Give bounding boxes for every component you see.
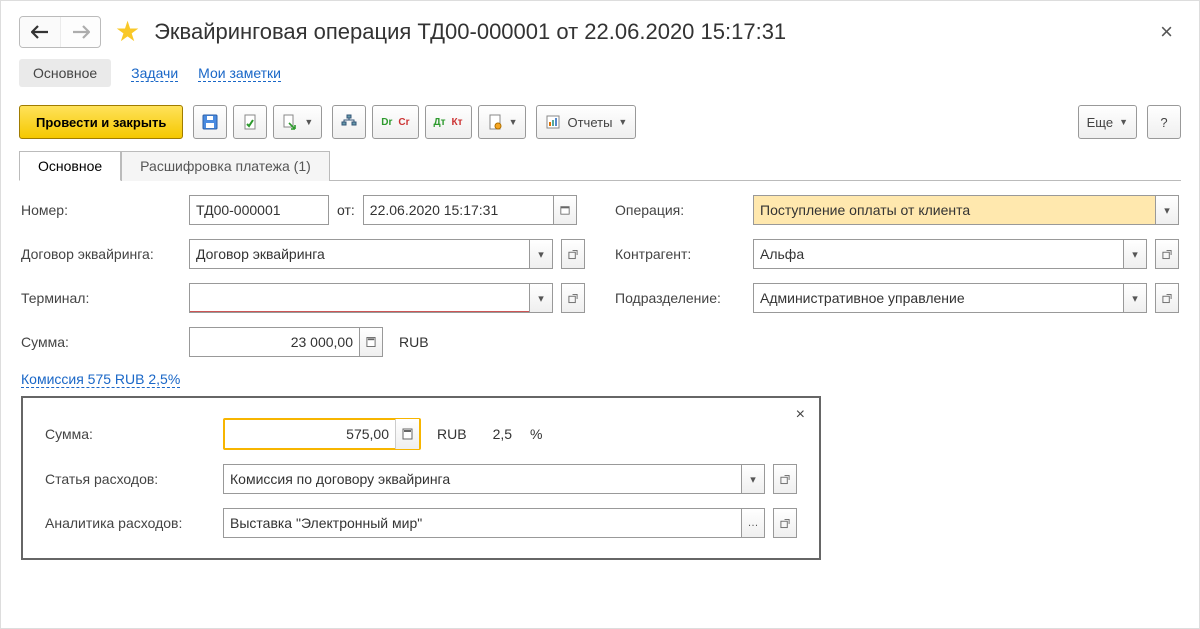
detail-analytics-open-button[interactable]	[773, 508, 797, 538]
save-button[interactable]	[193, 105, 227, 139]
app-window: ★ Эквайринговая операция ТД00-000001 от …	[0, 0, 1200, 629]
detail-analytics-ellipsis-button[interactable]: …	[741, 508, 765, 538]
terminal-open-button[interactable]	[561, 283, 585, 313]
nav-buttons	[19, 16, 101, 48]
favorite-star-icon[interactable]: ★	[115, 18, 140, 46]
drcr-button[interactable]: DrCr	[372, 105, 418, 139]
post-button[interactable]	[233, 105, 267, 139]
currency-label: RUB	[399, 334, 429, 350]
from-label: от:	[337, 202, 355, 218]
structure-button[interactable]	[332, 105, 366, 139]
department-open-button[interactable]	[1155, 283, 1179, 313]
detail-percent-value: 2,5	[493, 426, 512, 442]
number-label: Номер:	[21, 202, 181, 218]
tab-payment-detail[interactable]: Расшифровка платежа (1)	[121, 151, 330, 181]
reports-button[interactable]: Отчеты ▼	[536, 105, 636, 139]
counterparty-dropdown-button[interactable]: ▾	[1123, 239, 1147, 269]
detail-expense-input[interactable]	[223, 464, 741, 494]
document-check-icon	[242, 114, 258, 130]
forward-button[interactable]	[60, 17, 100, 47]
tab-main[interactable]: Основное	[19, 151, 121, 181]
open-icon	[1162, 249, 1172, 260]
tabs: Основное Расшифровка платежа (1)	[19, 151, 1181, 181]
commission-detail-panel: × Сумма: RUB 2,5 % Статья расходов: ▾	[21, 396, 821, 560]
save-icon	[202, 114, 218, 130]
open-icon	[780, 474, 790, 485]
terminal-label: Терминал:	[21, 290, 181, 306]
terminal-input[interactable]	[189, 283, 529, 313]
more-label: Еще	[1087, 115, 1113, 130]
calendar-button[interactable]	[553, 195, 577, 225]
post-and-close-button[interactable]: Провести и закрыть	[19, 105, 183, 139]
document-gear-icon	[487, 114, 503, 130]
contract-open-button[interactable]	[561, 239, 585, 269]
amount-input[interactable]	[189, 327, 359, 357]
detail-expense-open-button[interactable]	[773, 464, 797, 494]
open-icon	[1162, 293, 1172, 304]
department-label: Подразделение:	[615, 290, 745, 306]
subnav-main[interactable]: Основное	[19, 59, 111, 87]
number-input[interactable]	[189, 195, 329, 225]
date-input[interactable]	[363, 195, 553, 225]
contract-input[interactable]	[189, 239, 529, 269]
close-button[interactable]: ×	[1152, 15, 1181, 49]
detail-close-button[interactable]: ×	[796, 406, 805, 424]
document-arrow-icon	[282, 114, 298, 130]
registers-button[interactable]: ▼	[478, 105, 527, 139]
reports-label: Отчеты	[567, 115, 612, 130]
titlebar: ★ Эквайринговая операция ТД00-000001 от …	[19, 15, 1181, 49]
contract-dropdown-button[interactable]: ▾	[529, 239, 553, 269]
operation-select[interactable]	[753, 195, 1155, 225]
detail-percent-sign: %	[530, 426, 542, 442]
counterparty-label: Контрагент:	[615, 246, 745, 262]
amount-label: Сумма:	[21, 334, 181, 350]
based-on-button[interactable]: ▼	[273, 105, 322, 139]
detail-expense-dropdown-button[interactable]: ▾	[741, 464, 765, 494]
open-icon	[568, 249, 578, 260]
reports-icon	[545, 114, 561, 130]
dtkt-button[interactable]: ДтКт	[425, 105, 472, 139]
operation-label: Операция:	[615, 202, 745, 218]
terminal-dropdown-button[interactable]: ▾	[529, 283, 553, 313]
calculator-button[interactable]	[359, 327, 383, 357]
help-button[interactable]: ?	[1147, 105, 1181, 139]
counterparty-input[interactable]	[753, 239, 1123, 269]
more-button[interactable]: Еще ▼	[1078, 105, 1137, 139]
back-button[interactable]	[20, 17, 60, 47]
calculator-icon	[366, 336, 376, 348]
contract-label: Договор эквайринга:	[21, 246, 181, 262]
form-area: Номер: от: Договор эквайринга: ▾	[19, 181, 1181, 574]
operation-dropdown-button[interactable]: ▾	[1155, 195, 1179, 225]
structure-icon	[341, 114, 357, 130]
detail-amount-label: Сумма:	[45, 426, 215, 442]
toolbar: Провести и закрыть ▼ DrCr ДтКт	[19, 105, 1181, 139]
department-input[interactable]	[753, 283, 1123, 313]
subnav-tasks[interactable]: Задачи	[131, 65, 178, 82]
detail-currency: RUB	[437, 426, 467, 442]
commission-link[interactable]: Комиссия 575 RUB 2,5%	[21, 371, 180, 388]
detail-analytics-input[interactable]	[223, 508, 741, 538]
open-icon	[568, 293, 578, 304]
window-title: Эквайринговая операция ТД00-000001 от 22…	[154, 19, 786, 45]
calculator-icon	[402, 428, 413, 440]
subnav-notes[interactable]: Мои заметки	[198, 65, 281, 82]
detail-calculator-button[interactable]	[395, 419, 419, 449]
department-dropdown-button[interactable]: ▾	[1123, 283, 1147, 313]
sub-navigation: Основное Задачи Мои заметки	[19, 59, 1181, 87]
detail-amount-input[interactable]	[225, 420, 395, 448]
detail-amount-field[interactable]	[223, 418, 421, 450]
detail-expense-label: Статья расходов:	[45, 471, 215, 487]
open-icon	[780, 518, 790, 529]
detail-analytics-label: Аналитика расходов:	[45, 515, 215, 531]
counterparty-open-button[interactable]	[1155, 239, 1179, 269]
calendar-icon	[560, 204, 570, 216]
